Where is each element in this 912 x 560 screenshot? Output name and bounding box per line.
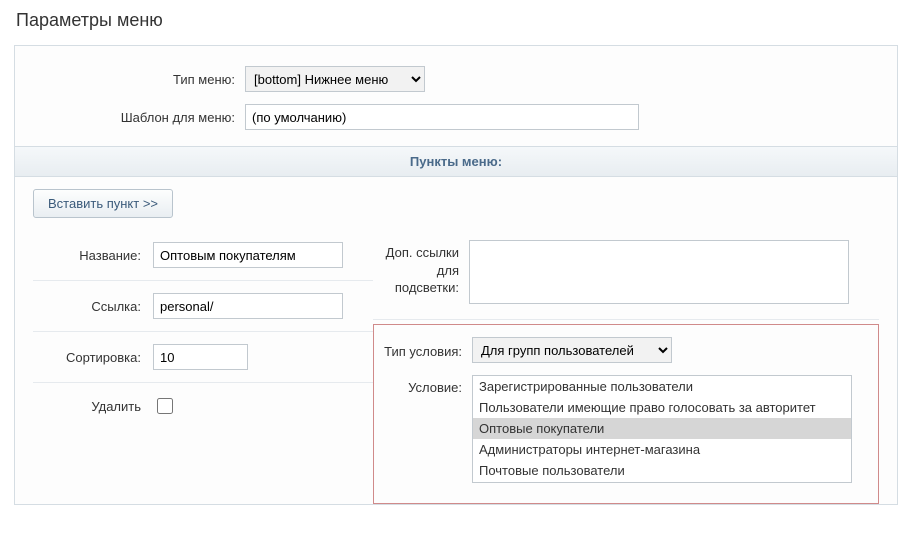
top-section: Тип меню: [bottom] Нижнее меню Шаблон дл… <box>15 46 897 146</box>
template-input[interactable] <box>245 104 639 130</box>
delete-label: Удалить <box>33 399 153 414</box>
addlinks-textarea[interactable] <box>469 240 849 304</box>
page-title: Параметры меню <box>16 10 898 31</box>
name-input[interactable] <box>153 242 343 268</box>
condtype-label: Тип условия: <box>376 339 472 361</box>
condition-option[interactable]: Зарегистрированные пользователи <box>473 376 851 397</box>
condition-option[interactable]: Оптовые покупатели <box>473 418 851 439</box>
menu-type-label: Тип меню: <box>15 72 245 87</box>
insert-item-button[interactable]: Вставить пункт >> <box>33 189 173 218</box>
name-label: Название: <box>33 248 153 263</box>
menu-type-select[interactable]: [bottom] Нижнее меню <box>245 66 425 92</box>
condition-option[interactable]: Почтовые пользователи <box>473 460 851 481</box>
condtype-select[interactable]: Для групп пользователей <box>472 337 672 363</box>
template-label: Шаблон для меню: <box>15 110 245 125</box>
sort-input[interactable] <box>153 344 248 370</box>
condition-group: Тип условия: Для групп пользователей Усл… <box>373 324 879 504</box>
condition-listbox[interactable]: Зарегистрированные пользователиПользоват… <box>472 375 852 483</box>
item-left-column: Название: Ссылка: Сортировка: Удалить <box>33 230 373 504</box>
link-label: Ссылка: <box>33 299 153 314</box>
sort-label: Сортировка: <box>33 350 153 365</box>
addlinks-label: Доп. ссылки для подсветки: <box>373 240 469 297</box>
condition-option[interactable]: Администраторы интернет-магазина <box>473 439 851 460</box>
item-right-column: Доп. ссылки для подсветки: Тип условия: … <box>373 230 879 504</box>
condition-option[interactable]: Пользователи имеющие право голосовать за… <box>473 397 851 418</box>
settings-panel: Тип меню: [bottom] Нижнее меню Шаблон дл… <box>14 45 898 505</box>
link-input[interactable] <box>153 293 343 319</box>
section-header-menu-items: Пункты меню: <box>15 146 897 177</box>
condition-label: Условие: <box>376 375 472 397</box>
delete-checkbox[interactable] <box>157 398 173 414</box>
